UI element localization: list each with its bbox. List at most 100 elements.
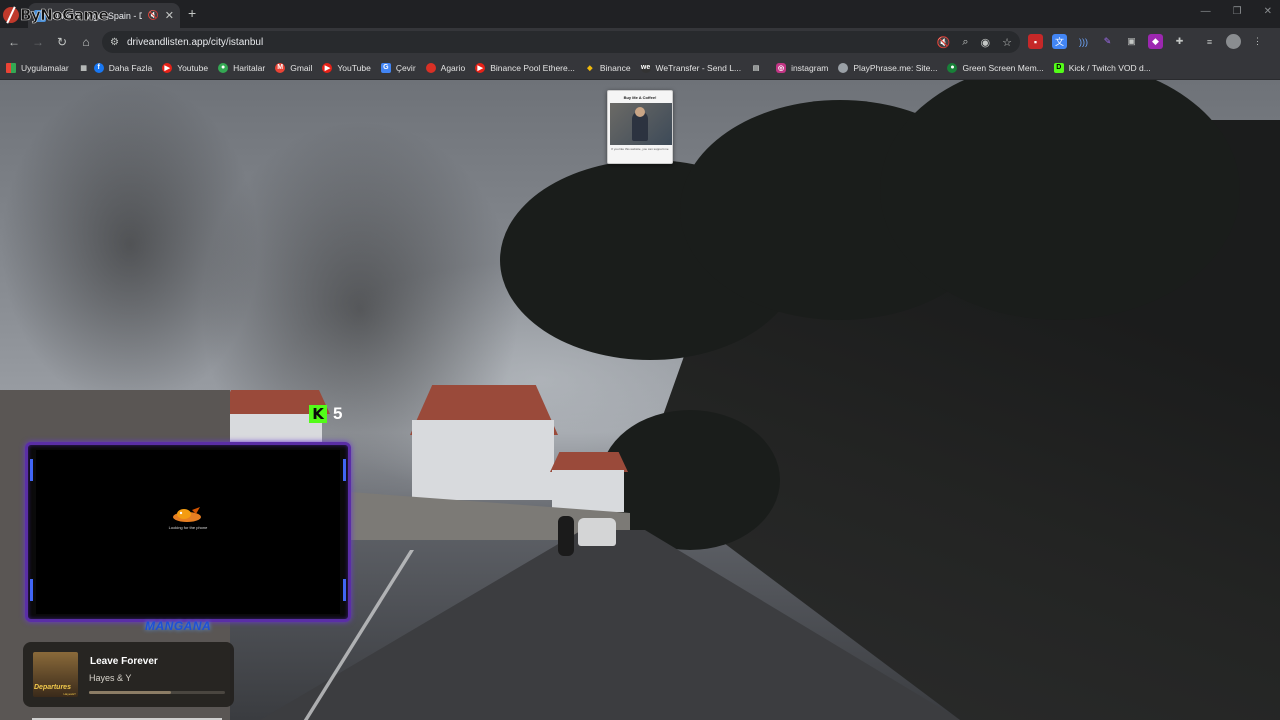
bookmark-label: Haritalar: [233, 62, 266, 73]
kick-viewer-badge: K 5: [309, 404, 342, 424]
instagram-icon: ◎: [776, 62, 787, 73]
motorcycle-rider: [558, 516, 574, 556]
mute-tab-icon[interactable]: 🔇: [148, 10, 159, 21]
twitch-extension-icon[interactable]: ◆: [1148, 34, 1163, 49]
bookmark-label: instagram: [791, 62, 829, 73]
close-window-button[interactable]: ✕: [1264, 6, 1272, 17]
extensions-puzzle-icon[interactable]: ✚: [1172, 34, 1187, 49]
youtube-icon: ▶: [162, 62, 173, 73]
zoom-icon[interactable]: ⌕: [962, 36, 968, 49]
extension-icons: ▪ 文 ))) ✎ ▣ ◆ ✚ ≡ ⋮: [1028, 34, 1265, 49]
watermark-logo: ByNoGame: [3, 6, 109, 25]
frame-accent: [30, 579, 33, 601]
audio-extension-icon[interactable]: ))): [1076, 34, 1091, 49]
reading-list-icon[interactable]: ≡: [1202, 34, 1217, 49]
mascot-icon: [173, 507, 201, 522]
bookmark-label: Youtube: [177, 62, 209, 73]
bookmark-misc[interactable]: ▤: [751, 63, 766, 73]
home-button[interactable]: ⌂: [74, 35, 98, 49]
bookmark-kick-twitch[interactable]: D Kick / Twitch VOD d...: [1053, 62, 1151, 73]
facebook-icon: f: [93, 62, 104, 73]
browser-window: ByNoGame Drive in Vigo, Spain - Drive 🔇 …: [0, 0, 1280, 720]
bookmark-label: Binance: [599, 62, 631, 73]
reload-button[interactable]: ↻: [50, 35, 74, 49]
bookmark-uygulamalar[interactable]: Uygulamalar: [6, 62, 69, 73]
youtube-icon: ▶: [322, 62, 333, 73]
bookmark-daha-fazla[interactable]: ▦ f Daha Fazla: [79, 62, 153, 73]
bookmark-youtube[interactable]: ▶ Youtube: [162, 62, 209, 73]
cam-status-text: Looking for the phone: [168, 525, 208, 530]
new-badge-extension-icon[interactable]: ▪: [1028, 34, 1043, 49]
address-bar[interactable]: ⚙ driveandlisten.app/city/istanbul 🔇 ⌕ ◉…: [102, 31, 1020, 53]
bookmark-haritalar[interactable]: ● Haritalar: [218, 62, 266, 73]
translate-extension-icon[interactable]: 文: [1052, 34, 1067, 49]
track-title: Leave Forever: [90, 656, 158, 667]
agario-icon: [425, 62, 436, 73]
drive-video-viewport[interactable]: Buy Me A Coffee! If you like this websit…: [0, 80, 1280, 720]
bookmark-green-screen[interactable]: ● Green Screen Mem...: [947, 62, 1044, 73]
sound-off-icon[interactable]: 🔇: [937, 36, 951, 49]
site-info-icon[interactable]: ⚙: [110, 37, 119, 48]
bookmark-instagram[interactable]: ◎ instagram: [776, 62, 829, 73]
white-car: [578, 518, 616, 546]
coffee-text: If you like this website, you can suppor…: [611, 147, 669, 151]
white-building: [412, 420, 554, 500]
gmail-icon: M: [275, 62, 286, 73]
green-screen-icon: ●: [947, 62, 958, 73]
restore-button[interactable]: ❐: [1233, 6, 1242, 17]
bookmark-agario[interactable]: Agario: [425, 62, 465, 73]
youtube-icon: ▶: [475, 62, 486, 73]
bookmark-youtube-2[interactable]: ▶ YouTube: [322, 62, 371, 73]
frame-accent: [343, 579, 346, 601]
album-art-artist: Hayes&Y: [63, 692, 76, 696]
window-controls: — ❐ ✕: [1201, 6, 1272, 17]
coffee-photo: [610, 103, 672, 145]
menu-kebab-icon[interactable]: ⋮: [1250, 34, 1265, 49]
bookmark-label: Gmail: [290, 62, 313, 73]
frame-accent: [343, 459, 346, 481]
generic-page-icon: ▤: [752, 64, 760, 72]
apps-grid-icon: [6, 62, 16, 73]
now-playing-card[interactable]: Departures Hayes&Y Leave Forever Hayes &…: [23, 642, 234, 707]
minimize-button[interactable]: —: [1201, 6, 1211, 17]
bookmark-cevir[interactable]: G Çevir: [380, 62, 416, 73]
viewer-count: 5: [333, 404, 343, 423]
album-art: Departures Hayes&Y: [33, 652, 78, 697]
tab-strip: ByNoGame Drive in Vigo, Spain - Drive 🔇 …: [0, 0, 1280, 28]
kick-icon: D: [1053, 62, 1064, 73]
new-tab-button[interactable]: +: [188, 5, 196, 21]
bookmarks-bar: Uygulamalar ▦ f Daha Fazla ▶ Youtube ● H…: [0, 56, 1280, 80]
bookmark-binance-pool[interactable]: ▶ Binance Pool Ethere...: [475, 62, 575, 73]
building: [552, 470, 624, 512]
bookmark-label: Binance Pool Ethere...: [490, 62, 575, 73]
track-progress-fill: [89, 691, 171, 694]
bookmark-label: Uygulamalar: [21, 62, 69, 73]
bookmark-wetransfer[interactable]: we WeTransfer - Send L...: [640, 62, 741, 73]
playphrase-icon: [838, 62, 849, 73]
pen-extension-icon[interactable]: ✎: [1100, 34, 1115, 49]
forward-button[interactable]: →: [26, 35, 50, 49]
brand-text: ByNoGame: [20, 6, 109, 25]
bookmark-playphrase[interactable]: PlayPhrase.me: Site...: [838, 62, 938, 73]
back-button[interactable]: ←: [2, 35, 26, 49]
frame-accent: [30, 459, 33, 481]
coffee-title: Buy Me A Coffee!: [623, 95, 657, 100]
track-progress-bar[interactable]: [89, 691, 225, 694]
profile-avatar[interactable]: [1226, 34, 1241, 49]
maps-icon: ●: [218, 62, 229, 73]
bookmark-binance[interactable]: ◆ Binance: [585, 62, 631, 73]
close-tab-icon[interactable]: ✕: [165, 9, 174, 22]
bookmark-label: Çevir: [395, 62, 416, 73]
bookmark-label: YouTube: [337, 62, 371, 73]
folder-grid-icon: ▦: [80, 64, 88, 72]
bookmark-gmail[interactable]: M Gmail: [275, 62, 313, 73]
bookmark-star-icon[interactable]: ☆: [1002, 36, 1012, 49]
binance-icon: ◆: [587, 64, 593, 72]
buy-me-a-coffee-card[interactable]: Buy Me A Coffee! If you like this websit…: [607, 90, 673, 164]
bookmark-label: Kick / Twitch VOD d...: [1068, 62, 1151, 73]
bookmark-label: PlayPhrase.me: Site...: [853, 62, 938, 73]
tracking-eye-icon[interactable]: ◉: [981, 36, 991, 49]
bookmark-label: Daha Fazla: [108, 62, 153, 73]
screenshot-extension-icon[interactable]: ▣: [1124, 34, 1139, 49]
url-text[interactable]: driveandlisten.app/city/istanbul: [127, 37, 937, 48]
